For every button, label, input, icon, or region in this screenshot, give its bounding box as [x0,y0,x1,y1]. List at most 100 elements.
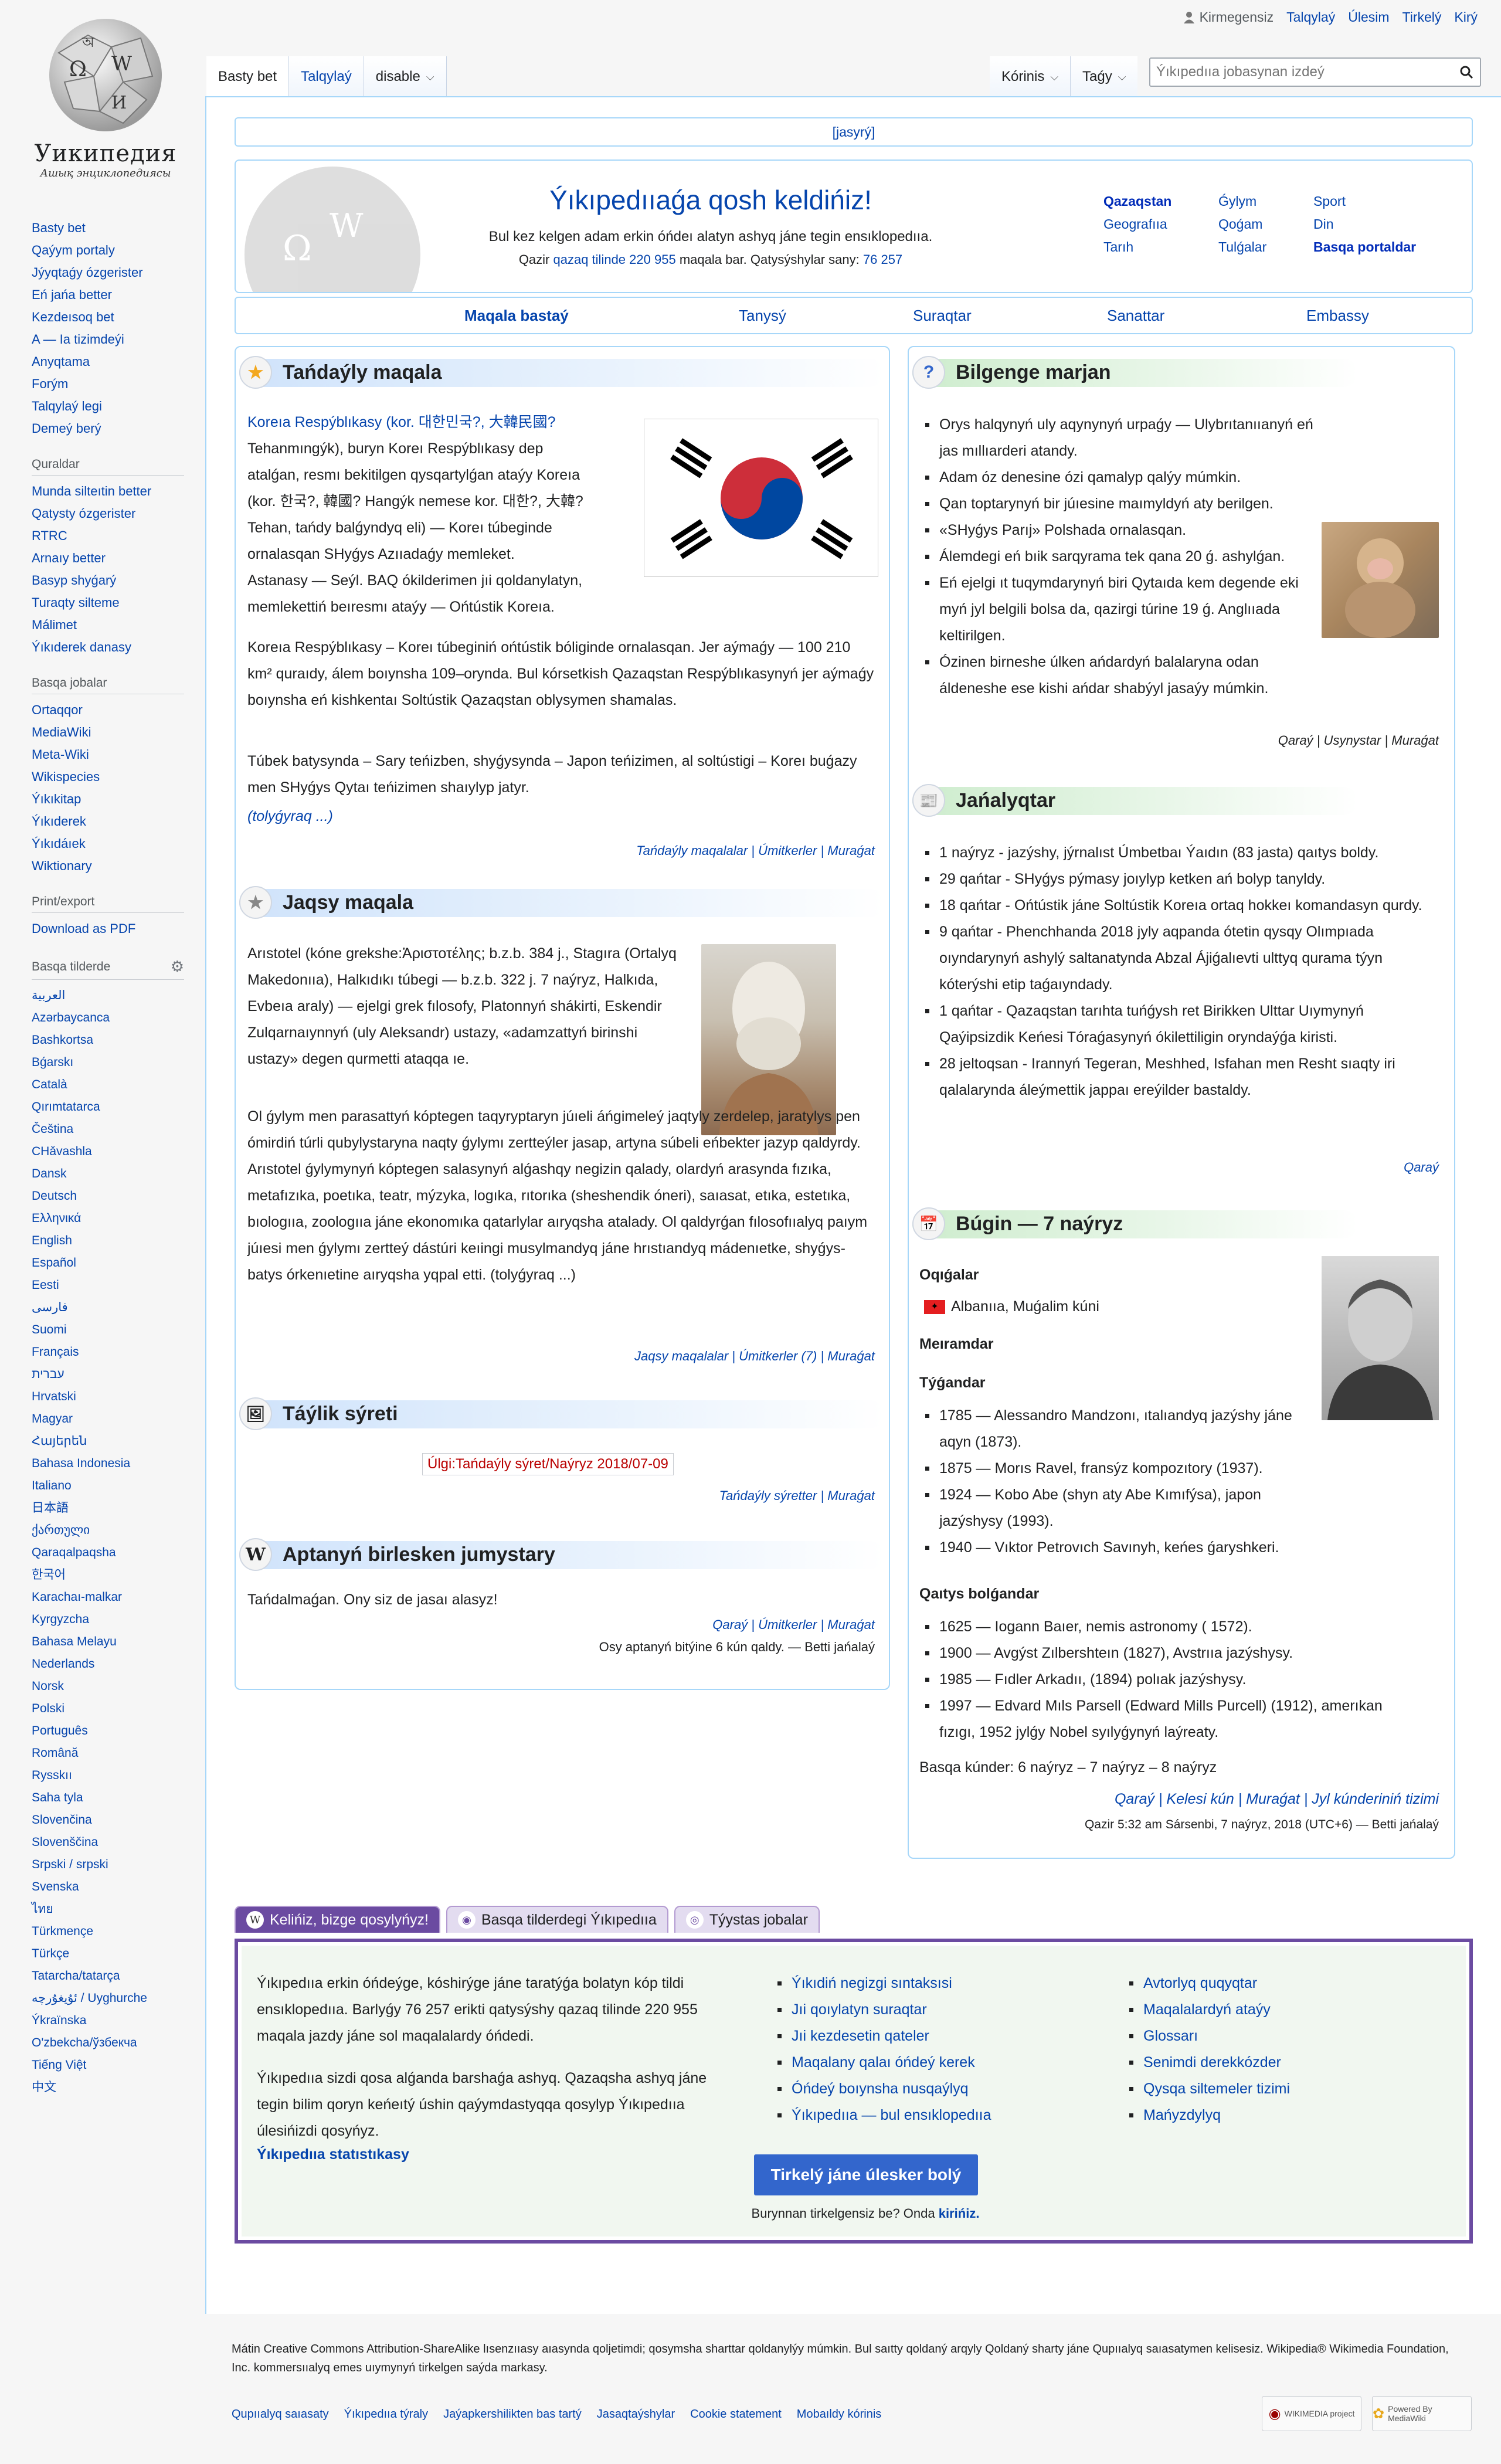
language-link[interactable]: עברית [32,1363,190,1386]
today-footer-links[interactable]: Qaraý | Kelesi kún | Muraǵat | Jyl kúnde… [1115,1791,1439,1808]
language-link[interactable]: Azərbaycanca [32,1007,190,1029]
language-link[interactable]: Slovenčina [32,1809,190,1831]
nav-embassy[interactable]: Embassy [1306,307,1369,325]
good-footer-links[interactable]: Jaqsy maqalalar | Úmitkerler (7) | Muraǵ… [634,1349,875,1364]
register-button[interactable]: Tirkelý jáne úlesker bolý [754,2154,978,2195]
language-link[interactable]: O'zbekcha/ўзбекча [32,2032,190,2054]
sidebar-item-mailing-list[interactable]: Talqylaý legi [32,395,190,418]
sidebar-tool-item[interactable]: Basyp shyǵarý [32,569,190,592]
picture-footer-links[interactable]: Tańdaýly sýretter | Muraǵat [719,1488,875,1503]
sidebar-project-item[interactable]: Ýıkıderek [32,810,190,833]
help-link[interactable]: Maqalalardyń ataýy [1118,1997,1446,2023]
nav-start-article[interactable]: Maqala bastaý [464,307,569,325]
mediawiki-badge[interactable]: ✿ Powered By MediaWiki [1372,2396,1472,2431]
welcome-article-count[interactable]: 220 955 [629,252,676,267]
footer-link[interactable]: Mobaıldy kórinis [797,2408,882,2421]
portal-science[interactable]: Ǵylym [1218,194,1313,209]
help-link[interactable]: Qysqa siltemeler tizimi [1118,2076,1446,2102]
help-link[interactable]: Jıi qoıylatyn suraqtar [766,1997,1094,2023]
sidebar-tool-item[interactable]: Málimet [32,614,190,636]
language-link[interactable]: Norsk [32,1675,190,1698]
tab-disable[interactable]: disable ⌵ [364,56,447,97]
welcome-user-count[interactable]: 76 257 [863,252,902,267]
language-link[interactable]: ไทย [32,1898,190,1920]
picture-template-link[interactable]: Úlgi:Tańdaýly sýret/Naýryz 2018/07-09 [422,1453,674,1475]
footer-link[interactable]: Ýıkıpedııa týraly [344,2408,428,2421]
footer-link[interactable]: Qupııalyq saıasaty [232,2408,329,2421]
join-stats-link[interactable]: Ýıkıpedııa statıstıkasy [257,2141,409,2168]
tab-more[interactable]: Taǵy ⌵ [1071,56,1138,97]
collab-footer-links[interactable]: Qaraý | Úmitkerler | Muraǵat [712,1617,875,1633]
language-link[interactable]: Čeština [32,1118,190,1141]
korea-flag-image[interactable] [644,419,878,577]
sidebar-item-help[interactable]: Anyqtama [32,351,190,373]
dyk-footer-links[interactable]: Qaraý | Usynystar | Muraǵat [1278,733,1439,748]
language-link[interactable]: Slovenščina [32,1831,190,1854]
language-link[interactable]: Rysskıı [32,1764,190,1787]
tab-join-us[interactable]: W Kelińiz, bizge qosylyńyz! [235,1906,440,1933]
language-link[interactable]: 한국어 [32,1564,190,1586]
personal-link-talk[interactable]: Talqylaý [1286,9,1335,25]
language-link[interactable]: Srpski / srpski [32,1854,190,1876]
tab-talk[interactable]: Talqylaý [289,56,364,97]
hide-link[interactable]: [jasyrý] [833,124,875,140]
featured-footer-links[interactable]: Tańdaýly maqalalar | Úmitkerler | Muraǵa… [636,843,875,858]
language-link[interactable]: Türkçe [32,1943,190,1965]
language-link[interactable]: Suomi [32,1319,190,1341]
portal-geography[interactable]: Geografııa [1103,216,1218,232]
featured-more-link[interactable]: (tolyǵyraq ...) [247,803,333,830]
language-link[interactable]: Bashkortsa [32,1029,190,1051]
language-link[interactable]: Română [32,1742,190,1764]
language-link[interactable]: Karachaı-malkar [32,1586,190,1608]
help-link[interactable]: Óńdeý boıynsha nusqaýlyq [766,2076,1094,2102]
help-link[interactable]: Ýıkıdiń negizgi sıntaksısi [766,1970,1094,1997]
language-link[interactable]: Qırımtatarca [32,1096,190,1118]
language-link[interactable]: ئۇيغۇرچە / Uyghurche [32,1987,190,2010]
language-link[interactable]: Türkmençe [32,1920,190,1943]
portal-people[interactable]: Tulǵalar [1218,239,1313,255]
site-logo[interactable]: Ω W И অ Уикипедия Ашық энциклопедиясы [23,12,188,188]
help-link[interactable]: Glossarı [1118,2023,1446,2049]
sidebar-project-item[interactable]: Meta-Wiki [32,744,190,766]
help-link[interactable]: Ýıkıpedııa — bul ensıklopedııa [766,2102,1094,2129]
language-link[interactable]: Nederlands [32,1653,190,1675]
wikimedia-badge[interactable]: ◉ WIKIMEDIA project [1262,2396,1361,2431]
language-link[interactable]: Eesti [32,1274,190,1297]
help-link[interactable]: Senimdi derekkózder [1118,2049,1446,2076]
language-link[interactable]: Deutsch [32,1185,190,1207]
language-link[interactable]: 中文 [32,2076,190,2099]
sidebar-item-new-pages[interactable]: Eń jańa better [32,284,190,306]
monkey-image[interactable] [1322,522,1439,638]
sidebar-tool-item[interactable]: RTRC [32,525,190,547]
sidebar-project-item[interactable]: Ýıkıkitap [32,788,190,810]
help-link[interactable]: Avtorlyq quqyqtar [1118,1970,1446,1997]
sidebar-tool-item[interactable]: Arnaıy better [32,547,190,569]
footer-link[interactable]: Jasaqtaýshylar [597,2408,675,2421]
personal-link-contributions[interactable]: Úlesim [1348,9,1389,25]
personal-link-create-account[interactable]: Tirkelý [1402,9,1442,25]
sidebar-project-item[interactable]: Wiktionary [32,855,190,877]
portrait-image[interactable] [1322,1256,1439,1420]
language-link[interactable]: Svenska [32,1876,190,1898]
sidebar-item-random[interactable]: Kezdeısoq bet [32,306,190,328]
tab-main-page[interactable]: Basty bet [206,56,290,97]
footer-link[interactable]: Jaýapkershilikten bas tartý [443,2408,582,2421]
news-footer-link[interactable]: Qaraý [1404,1160,1439,1175]
portal-history[interactable]: Tarıh [1103,239,1218,255]
language-link[interactable]: English [32,1230,190,1252]
language-link[interactable]: Tiếng Việt [32,2054,190,2076]
sidebar-tool-item[interactable]: Munda silteıtin better [32,480,190,503]
portal-society[interactable]: Qoǵam [1218,216,1313,232]
nav-questions[interactable]: Suraqtar [913,307,972,325]
language-link[interactable]: Español [32,1252,190,1274]
language-link[interactable]: العربية [32,985,190,1007]
language-link[interactable]: Polski [32,1698,190,1720]
gear-icon[interactable]: ⚙ [171,958,184,976]
portal-more[interactable]: Basqa portaldar [1313,239,1454,255]
help-link[interactable]: Jıi kezdesetin qateler [766,2023,1094,2049]
sidebar-tool-item[interactable]: Ýıkıderek danasy [32,636,190,659]
sidebar-download-pdf[interactable]: Download as PDF [32,918,190,940]
footer-link[interactable]: Cookie statement [690,2408,782,2421]
language-link[interactable]: Português [32,1720,190,1742]
sidebar-item-main-page[interactable]: Basty bet [32,217,190,239]
